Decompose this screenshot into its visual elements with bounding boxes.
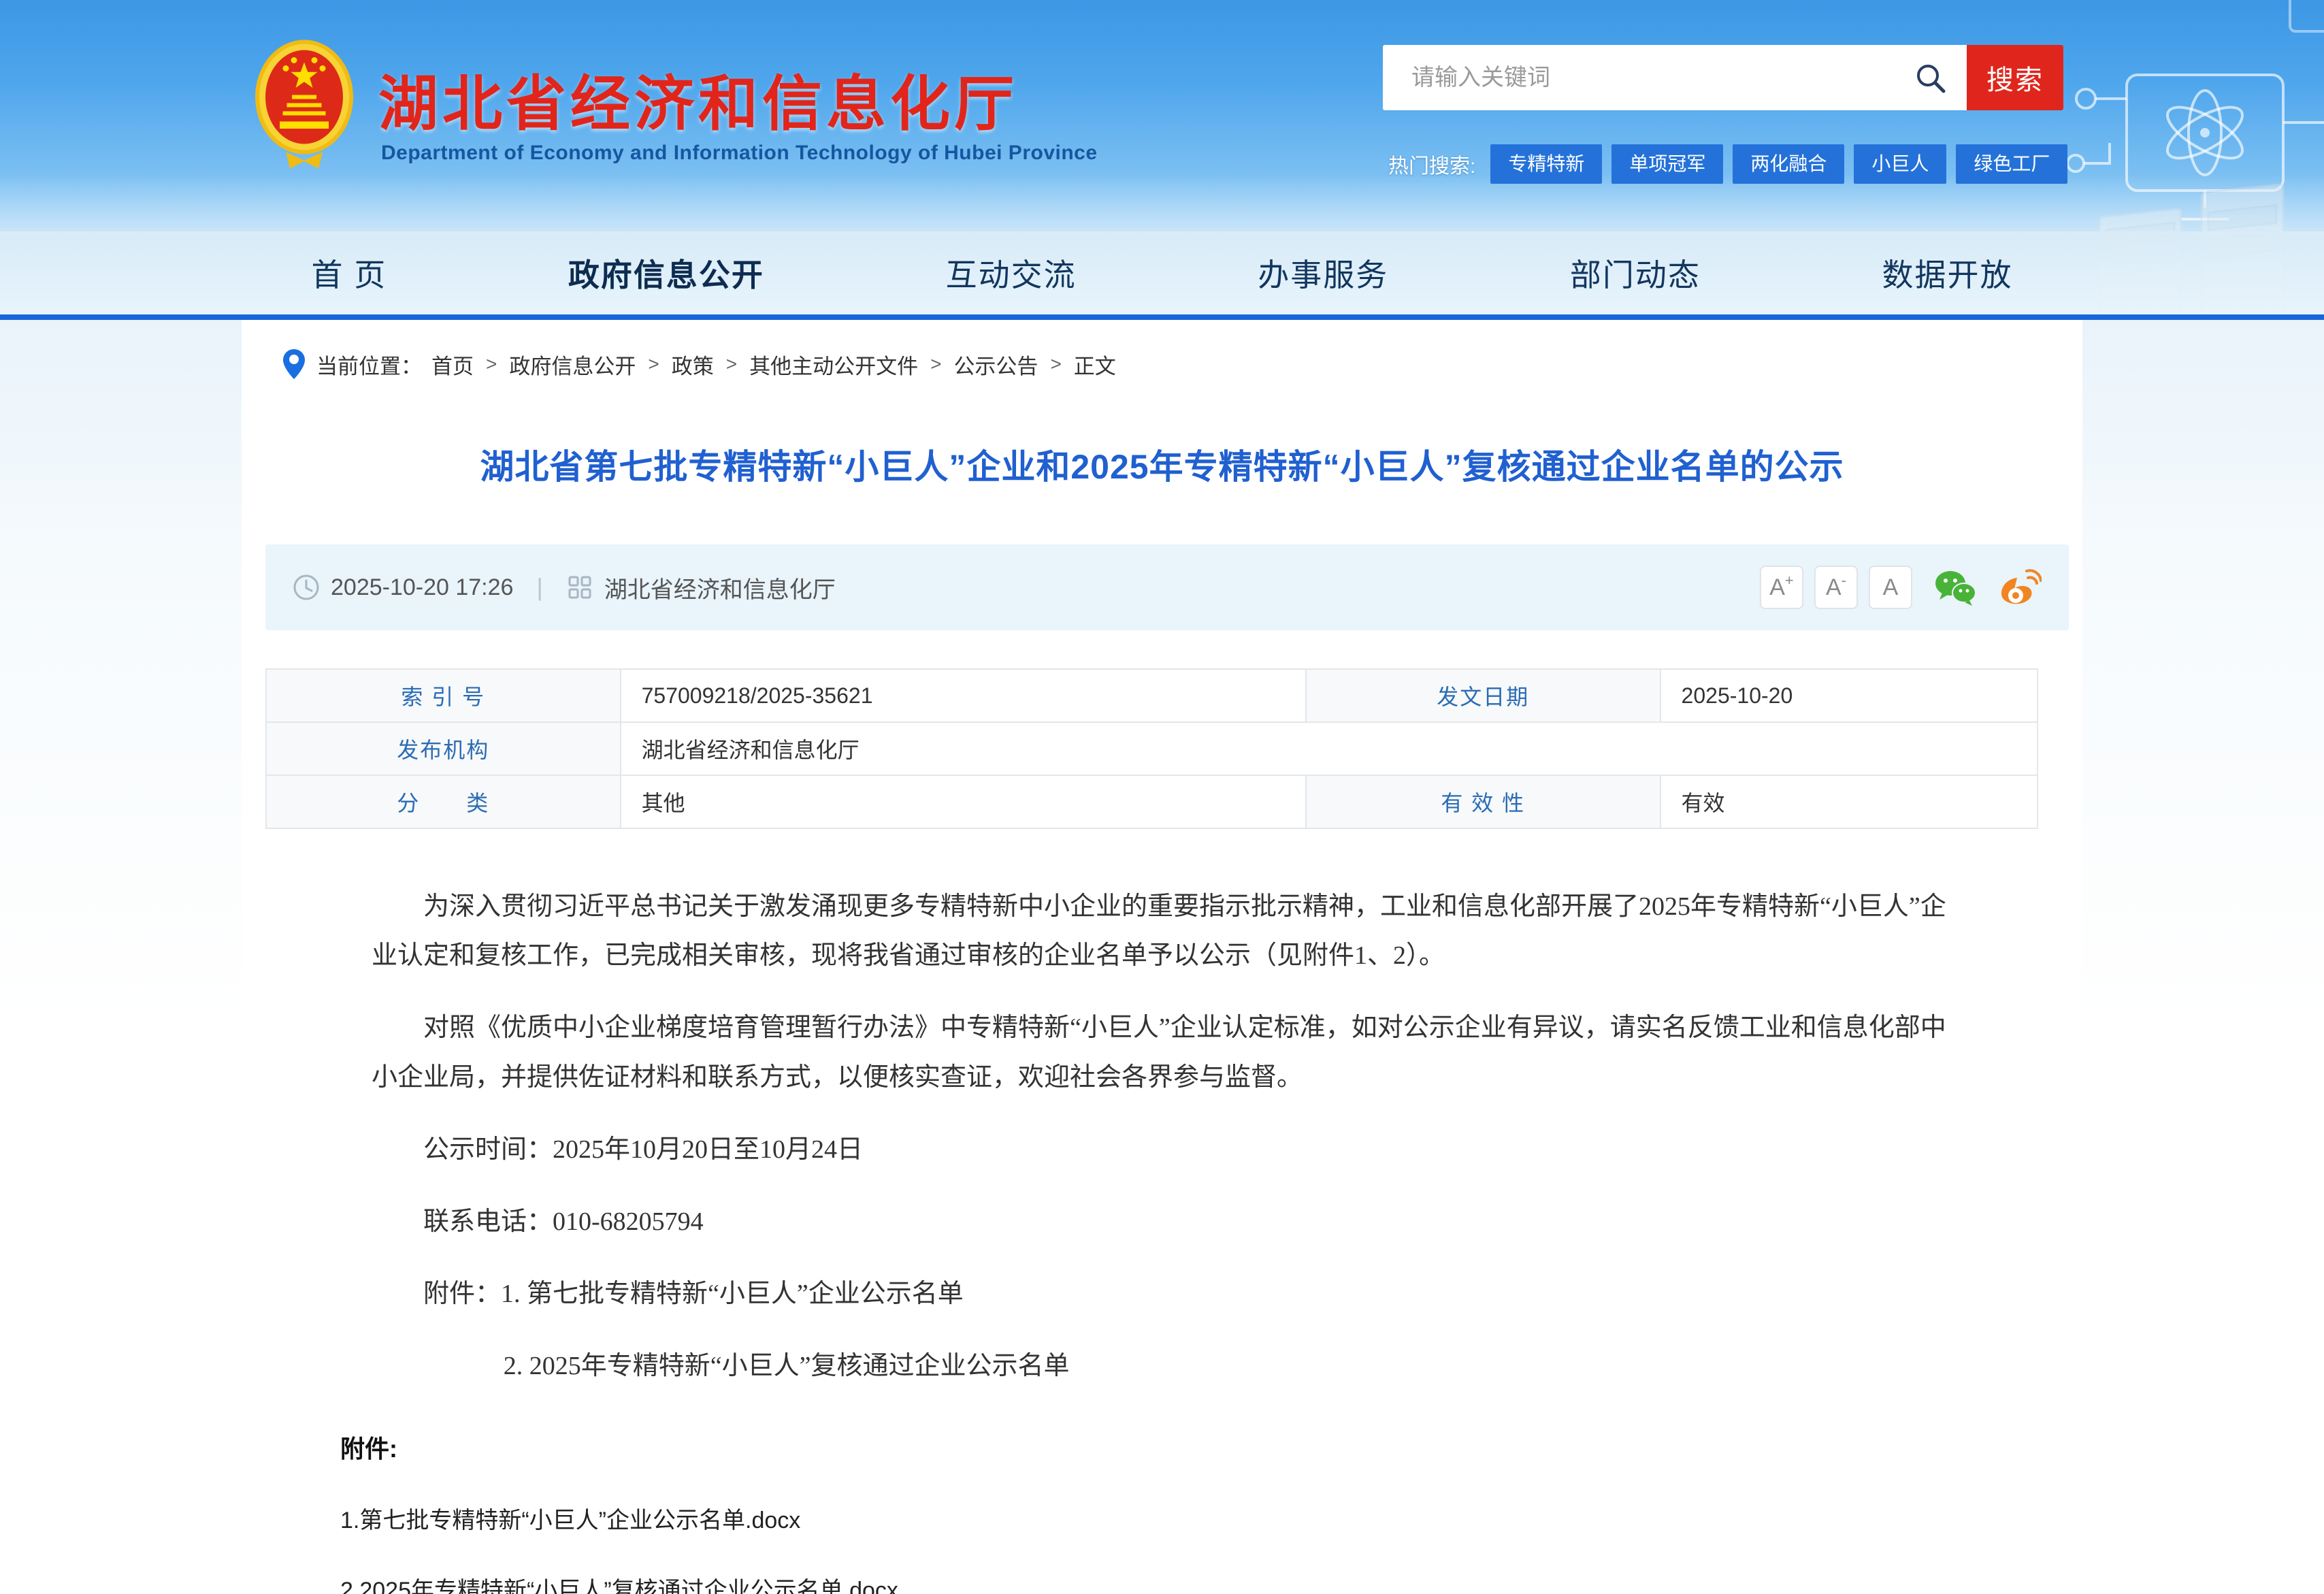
search-box: 搜索: [1383, 45, 2063, 110]
paragraph: 为深入贯彻习近平总书记关于激发涌现更多专精特新中小企业的重要指示批示精神，工业和…: [372, 882, 1970, 980]
meta-value-pubdate: 2025-10-20: [1660, 669, 2037, 722]
site-subtitle: Department of Economy and Information Te…: [381, 142, 1098, 165]
publish-date: 2025-10-20 17:26: [331, 574, 513, 601]
site-title: 湖北省经济和信息化厅: [378, 56, 1018, 142]
breadcrumb-separator: >: [486, 353, 497, 375]
weibo-share-icon[interactable]: [1998, 568, 2042, 606]
attachment-link-2[interactable]: 2.2025年专精特新“小巨人”复核通过企业公示名单.docx: [340, 1572, 2082, 1594]
attachments-heading: 附件:: [340, 1429, 2082, 1465]
meta-table: 索 引 号 757009218/2025-35621 发文日期 2025-10-…: [265, 668, 2038, 829]
breadcrumb-label: 当前位置：: [316, 349, 422, 380]
paragraph: 对照《优质中小企业梯度培育管理暂行办法》中专精特新“小巨人”企业认定标准，如对公…: [372, 1003, 1970, 1101]
national-emblem-logo: [253, 37, 355, 171]
breadcrumb-item-other-docs[interactable]: 其他主动公开文件: [749, 349, 918, 380]
nav-item-dept-news[interactable]: 部门动态: [1570, 250, 1701, 295]
nav-item-open-data[interactable]: 数据开放: [1882, 250, 2012, 295]
attachments-section: 附件: 1.第七批专精特新“小巨人”企业公示名单.docx 2.2025年专精特…: [340, 1429, 2082, 1594]
site-header: 湖北省经济和信息化厅 Department of Economy and Inf…: [0, 0, 2324, 320]
hot-search-tag-dxgj[interactable]: 单项冠军: [1611, 144, 1723, 184]
meta-label-agency: 发布机构: [266, 722, 621, 775]
paragraph: 联系电话：010-68205794: [372, 1197, 1970, 1246]
meta-value-category: 其他: [621, 775, 1306, 828]
breadcrumb-item-current: 正文: [1074, 349, 1116, 380]
meta-row: 发布机构 湖北省经济和信息化厅: [266, 722, 2037, 775]
meta-row: 分 类 其他 有 效 性 有效: [266, 775, 2037, 828]
paragraph: 附件：1. 第七批专精特新“小巨人”企业公示名单: [372, 1269, 1970, 1318]
atom-monitor-decoration-icon: [2055, 61, 2324, 231]
breadcrumb-item-gov-info[interactable]: 政府信息公开: [509, 349, 636, 380]
font-increase-button[interactable]: A+: [1760, 566, 1803, 609]
breadcrumb-item-notices[interactable]: 公示公告: [953, 349, 1038, 380]
page-title: 湖北省第七批专精特新“小巨人”企业和2025年专精特新“小巨人”复核通过企业名单…: [242, 440, 2082, 489]
breadcrumb-separator: >: [726, 353, 737, 375]
breadcrumb: 当前位置： 首页 > 政府信息公开 > 政策 > 其他主动公开文件 > 公示公告…: [242, 320, 2082, 380]
meta-label-validity: 有 效 性: [1306, 775, 1660, 828]
breadcrumb-separator: >: [930, 353, 941, 375]
meta-row: 索 引 号 757009218/2025-35621 发文日期 2025-10-…: [266, 669, 2037, 722]
article-info-bar: 2025-10-20 17:26 | 湖北省经济和信息化厅 A+ A- A: [265, 544, 2069, 630]
info-separator: |: [536, 573, 542, 602]
paragraph: 公示时间：2025年10月20日至10月24日: [372, 1125, 1970, 1174]
corner-frame-decoration: [2289, 0, 2324, 33]
nav-item-services[interactable]: 办事服务: [1258, 250, 1388, 295]
breadcrumb-separator: >: [648, 353, 659, 375]
source-icon: [566, 574, 593, 601]
nav-divider-rule: [0, 314, 2324, 320]
search-input[interactable]: [1383, 45, 1967, 110]
paragraph: 2. 2025年专精特新“小巨人”复核通过企业公示名单: [372, 1341, 1970, 1390]
meta-label-pubdate: 发文日期: [1306, 669, 1660, 722]
breadcrumb-item-policy[interactable]: 政策: [672, 349, 714, 380]
attachment-link-1[interactable]: 1.第七批专精特新“小巨人”企业公示名单.docx: [340, 1501, 2082, 1535]
search-button[interactable]: 搜索: [1967, 45, 2063, 110]
hot-search-tag-lhrh[interactable]: 两化融合: [1733, 144, 1844, 184]
meta-value-agency: 湖北省经济和信息化厅: [621, 722, 2037, 775]
meta-label-category: 分 类: [266, 775, 621, 828]
hot-search-label: 热门搜索:: [1388, 149, 1475, 179]
meta-value-index: 757009218/2025-35621: [621, 669, 1306, 722]
wechat-share-icon[interactable]: [1933, 568, 1978, 606]
hot-search-tag-xjr[interactable]: 小巨人: [1854, 144, 1946, 184]
search-icon[interactable]: [1914, 61, 1948, 95]
font-reset-button[interactable]: A: [1869, 566, 1912, 609]
breadcrumb-separator: >: [1050, 353, 1061, 375]
breadcrumb-item-home[interactable]: 首页: [431, 349, 474, 380]
content-card: 当前位置： 首页 > 政府信息公开 > 政策 > 其他主动公开文件 > 公示公告…: [242, 320, 2082, 1594]
main-nav: 首 页 政府信息公开 互动交流 办事服务 部门动态 数据开放: [0, 231, 2324, 314]
clock-icon: [293, 574, 320, 601]
nav-item-gov-info[interactable]: 政府信息公开: [568, 250, 764, 295]
meta-label-index: 索 引 号: [266, 669, 621, 722]
article-body: 为深入贯彻习近平总书记关于激发涌现更多专精特新中小企业的重要指示批示精神，工业和…: [372, 882, 1970, 1391]
hot-search-row: 热门搜索: 专精特新 单项冠军 两化融合 小巨人 绿色工厂: [1388, 144, 2077, 184]
font-decrease-button[interactable]: A-: [1814, 566, 1858, 609]
nav-item-interaction[interactable]: 互动交流: [946, 250, 1077, 295]
meta-value-validity: 有效: [1660, 775, 2037, 828]
article-source: 湖北省经济和信息化厅: [604, 571, 836, 604]
hot-search-tag-lsgc[interactable]: 绿色工厂: [1956, 144, 2067, 184]
nav-item-home[interactable]: 首 页: [312, 250, 387, 295]
location-pin-icon: [282, 348, 306, 380]
hot-search-tag-zjtx[interactable]: 专精特新: [1490, 144, 1602, 184]
